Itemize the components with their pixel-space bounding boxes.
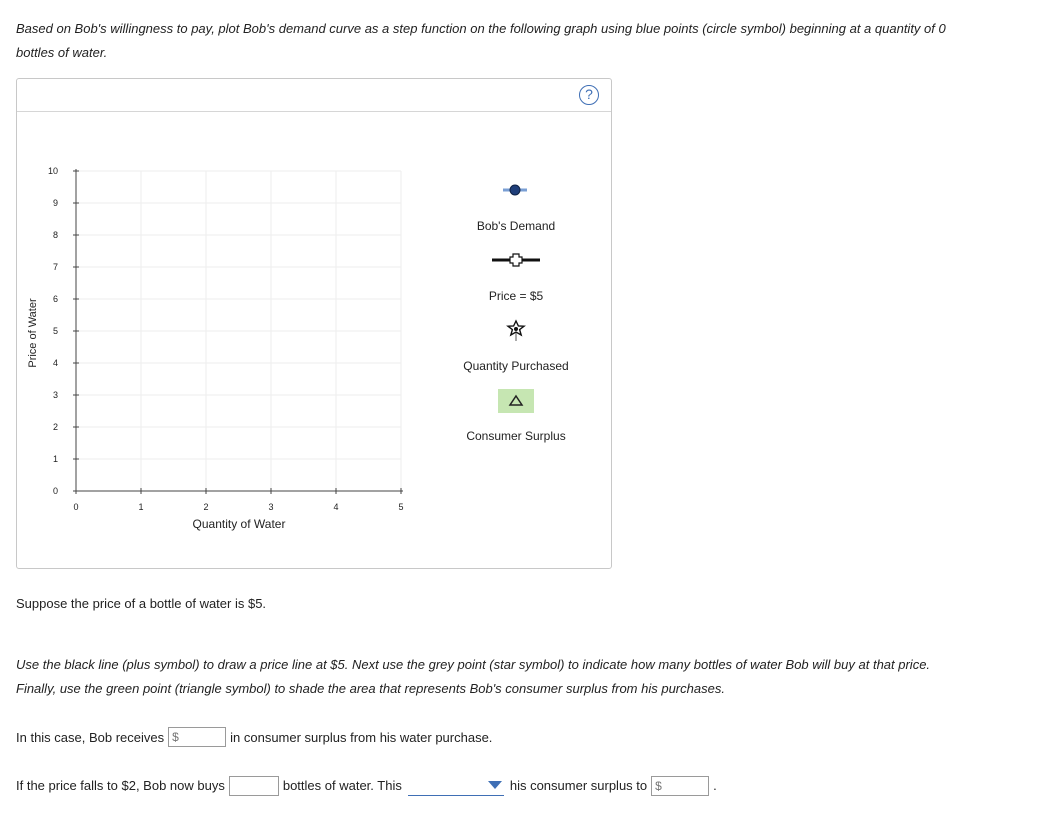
x-tick-label: 1: [138, 502, 143, 512]
tool-bobs-demand[interactable]: [499, 179, 531, 201]
y-tick-label: 1: [53, 454, 58, 464]
consumer-surplus-input[interactable]: [168, 727, 227, 747]
y-tick-label: 8: [53, 230, 58, 240]
consumer-surplus-question: In this case, Bob receives in consumer s…: [16, 727, 492, 747]
tool-label-surplus: Consumer Surplus: [466, 429, 566, 443]
y-tick-label: 2: [53, 422, 58, 432]
pf-question-middle: bottles of water. This: [282, 778, 402, 793]
change-dropdown[interactable]: [407, 775, 504, 796]
tool-label-quantity: Quantity Purchased: [463, 359, 569, 373]
tool-label-price: Price = $5: [488, 289, 544, 303]
x-tick-label: 4: [333, 502, 338, 512]
tool-label-demand: Bob's Demand: [476, 219, 556, 233]
graph-panel: ? 0 1 2 3 4 5 6 7 8 9 10 0 1 2 3 4 5 Price of Water Quan…: [16, 78, 612, 569]
tool-quantity-purchased[interactable]: [506, 319, 526, 343]
x-tick-label: 5: [398, 502, 403, 512]
y-tick-label: 10: [48, 166, 58, 176]
y-axis-label: Price of Water: [27, 298, 39, 368]
x-tick-label: 3: [268, 502, 273, 512]
price-prompt: Suppose the price of a bottle of water i…: [16, 596, 267, 611]
bottles-input[interactable]: [228, 775, 279, 796]
y-tick-label: 6: [53, 294, 58, 304]
tool-price-line[interactable]: [491, 251, 541, 269]
pf-question-text: If the price falls to $2, Bob now buys: [16, 778, 225, 793]
y-tick-label: 5: [53, 326, 58, 336]
grey-star-icon: [506, 319, 526, 341]
y-tick-label: 9: [53, 198, 58, 208]
x-axis-label: Quantity of Water: [193, 517, 286, 531]
chevron-down-icon: [487, 781, 502, 789]
pf-question-after: his consumer surplus to: [509, 778, 648, 793]
tool-consumer-surplus[interactable]: [498, 389, 534, 413]
new-surplus-input[interactable]: [651, 775, 710, 796]
y-tick-label: 4: [53, 358, 58, 368]
y-tick-label: 0: [53, 486, 58, 496]
graph-instructions: Use the black line (plus symbol) to draw…: [16, 657, 931, 696]
y-tick-label: 3: [53, 390, 58, 400]
cs-question-text: In this case, Bob receives: [16, 729, 165, 745]
y-tick-label: 7: [53, 262, 58, 272]
black-plus-line-icon: [492, 253, 540, 267]
x-tick-label: 0: [73, 502, 78, 512]
pf-question-end: .: [713, 778, 717, 793]
price-fall-question: If the price falls to $2, Bob now buys b…: [16, 775, 717, 796]
green-triangle-icon: [508, 394, 524, 406]
blue-circle-line-icon: [503, 184, 527, 196]
x-tick-label: 2: [203, 502, 208, 512]
intro-instructions: Based on Bob's willingness to pay, plot …: [16, 21, 946, 60]
cs-question-text-after: in consumer surplus from his water purch…: [230, 729, 493, 745]
